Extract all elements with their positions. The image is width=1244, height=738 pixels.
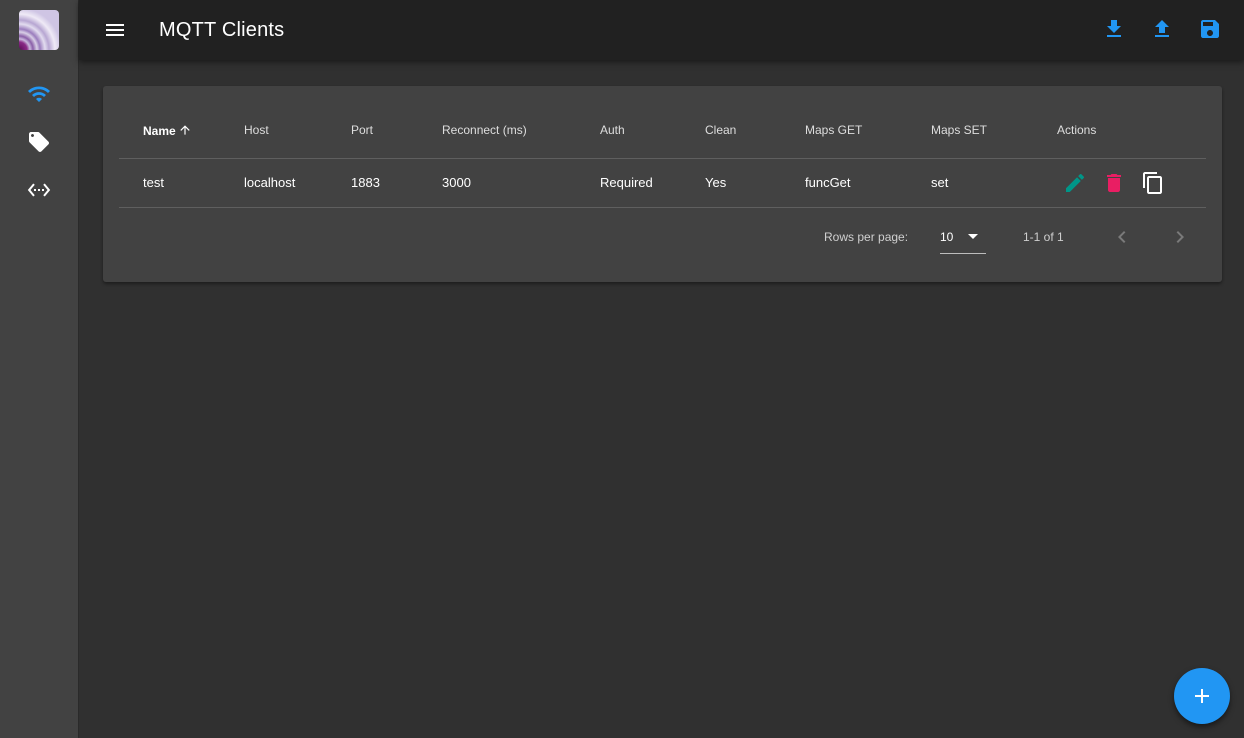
dropdown-caret-icon — [968, 234, 978, 239]
cell-maps-get: funcGet — [805, 175, 851, 190]
rows-per-page-label: Rows per page: — [824, 230, 909, 244]
save-icon — [1201, 20, 1219, 38]
header-divider — [119, 158, 1206, 159]
menu-button[interactable] — [103, 18, 127, 42]
rows-per-page-select[interactable]: 10 — [940, 224, 986, 254]
cell-host: localhost — [244, 175, 296, 190]
column-header-maps-get[interactable]: Maps GET — [805, 123, 862, 137]
edit-button[interactable] — [1063, 171, 1087, 195]
cell-auth: Required — [600, 175, 653, 190]
page-range: 1-1 of 1 — [1023, 230, 1064, 244]
clients-table: Name Host Port Reconnect (ms) Auth Clean… — [103, 86, 1222, 282]
copy-icon — [1143, 172, 1162, 194]
upload-icon — [1155, 20, 1169, 37]
sidebar-item-connections[interactable] — [27, 178, 51, 202]
cell-maps-set: set — [931, 175, 949, 190]
rows-per-page-value: 10 — [940, 230, 954, 244]
download-icon — [1107, 20, 1121, 37]
download-button[interactable] — [1102, 17, 1126, 41]
row-divider — [119, 207, 1206, 208]
cell-clean: Yes — [705, 175, 727, 190]
menu-icon — [106, 24, 124, 36]
cell-name: test — [143, 175, 164, 190]
arrow-up-icon — [178, 123, 192, 140]
settings-ethernet-icon — [27, 183, 51, 197]
page-title: MQTT Clients — [159, 19, 285, 41]
previous-page-button[interactable] — [1110, 225, 1134, 249]
save-button[interactable] — [1198, 17, 1222, 41]
chevron-right-icon — [1176, 231, 1184, 243]
add-client-button[interactable] — [1174, 668, 1230, 724]
sidebar-item-tags[interactable] — [27, 130, 51, 154]
column-header-clean[interactable]: Clean — [705, 123, 736, 137]
tag-icon — [29, 132, 49, 152]
column-header-auth[interactable]: Auth — [600, 123, 625, 137]
column-header-host[interactable]: Host — [244, 123, 269, 137]
next-page-button[interactable] — [1168, 225, 1192, 249]
sidebar — [0, 0, 79, 738]
column-header-name[interactable]: Name — [143, 123, 192, 140]
delete-button[interactable] — [1102, 171, 1126, 195]
column-header-actions: Actions — [1057, 123, 1097, 137]
column-header-port[interactable]: Port — [351, 123, 373, 137]
add-icon — [1195, 689, 1209, 703]
column-header-maps-set[interactable]: Maps SET — [931, 123, 987, 137]
chevron-left-icon — [1118, 231, 1126, 243]
app-logo — [19, 10, 59, 50]
cell-port: 1883 — [351, 175, 380, 190]
edit-icon — [1066, 173, 1085, 192]
copy-button[interactable] — [1141, 171, 1165, 195]
wifi-icon — [28, 86, 50, 102]
sidebar-item-clients[interactable] — [27, 82, 51, 106]
cell-reconnect: 3000 — [442, 175, 471, 190]
app-bar: MQTT Clients — [79, 0, 1244, 60]
delete-icon — [1107, 174, 1121, 192]
column-header-reconnect[interactable]: Reconnect (ms) — [442, 123, 527, 137]
upload-button[interactable] — [1150, 17, 1174, 41]
